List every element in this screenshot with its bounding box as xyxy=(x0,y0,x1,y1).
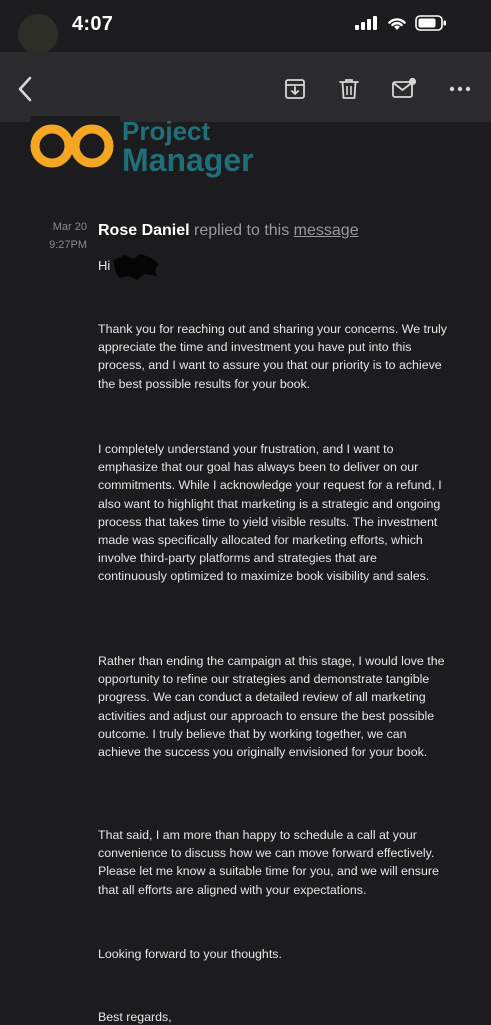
mail-unread-icon xyxy=(392,77,417,98)
more-horizontal-icon xyxy=(449,86,471,92)
status-icons xyxy=(355,15,447,31)
sign-off: Best regards, xyxy=(98,1010,172,1024)
battery-icon xyxy=(415,15,446,31)
body-paragraph: That said, I am more than happy to sched… xyxy=(98,828,439,897)
sender-name[interactable]: Rose Daniel xyxy=(98,222,190,239)
message-link[interactable]: message xyxy=(294,222,359,239)
replied-text: replied to this xyxy=(194,222,290,239)
body-paragraph: I completely understand your frustration… xyxy=(98,442,442,584)
delete-button[interactable] xyxy=(336,76,362,102)
reply-header: Rose Daniel replied to this message xyxy=(98,222,359,240)
chevron-left-icon xyxy=(18,76,32,102)
archive-icon xyxy=(285,79,305,99)
body-paragraph: Rather than ending the campaign at this … xyxy=(98,654,445,760)
status-time: 4:07 xyxy=(72,13,114,35)
greeting: Hi xyxy=(98,258,111,273)
message-time: 9:27PM xyxy=(49,239,87,251)
back-button[interactable] xyxy=(12,76,38,102)
trash-icon xyxy=(339,79,359,99)
redacted-name xyxy=(113,254,159,280)
logo-mark xyxy=(30,116,120,168)
project-manager-logo: Project Manager xyxy=(30,116,270,182)
more-button[interactable] xyxy=(447,76,473,102)
wifi-icon xyxy=(388,17,406,30)
logo-word-manager: Manager xyxy=(122,142,254,178)
message-date: Mar 20 xyxy=(52,221,87,233)
body-paragraph: Thank you for reaching out and sharing y… xyxy=(98,322,447,391)
sender-avatar xyxy=(18,14,58,54)
message-toolbar xyxy=(0,52,491,122)
mark-unread-button[interactable] xyxy=(391,76,417,102)
body-paragraph: Looking forward to your thoughts. xyxy=(98,947,282,961)
archive-button[interactable] xyxy=(282,76,308,102)
signal-icon xyxy=(355,16,377,30)
status-bar: 4:07 xyxy=(0,0,491,54)
